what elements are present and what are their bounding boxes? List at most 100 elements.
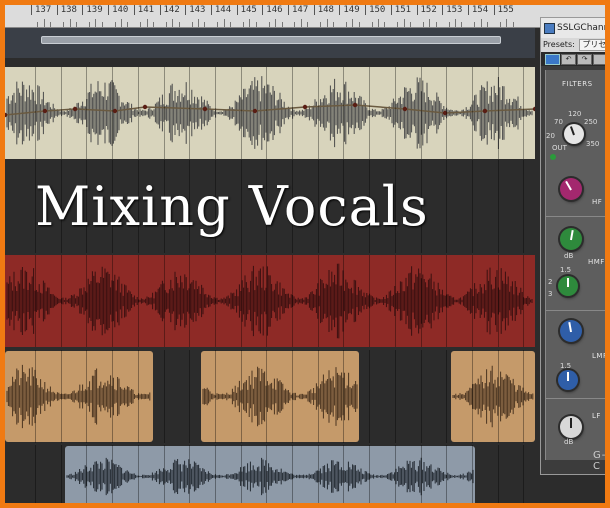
ruler-minor-tick	[120, 19, 122, 27]
grid-line	[471, 350, 473, 443]
ruler-tick-label: 138	[56, 5, 77, 15]
hmf-db-label: dB	[564, 252, 574, 260]
ruler-minor-tick	[249, 19, 251, 27]
grid-line	[112, 350, 114, 443]
ruler-minor-tick	[37, 22, 39, 27]
automation-node[interactable]	[532, 106, 535, 112]
ruler-minor-tick	[191, 22, 193, 27]
grid-line	[317, 350, 319, 443]
timeline-ruler[interactable]: 137 138 139 140 141 142 143 144 145 146 147 148 149 1…	[5, 5, 605, 28]
filter-knob[interactable]	[564, 124, 584, 144]
horizontal-scrollbar[interactable]	[41, 36, 501, 44]
ruler-minor-tick	[500, 22, 502, 27]
ruler-tick-label: 140	[108, 5, 128, 15]
waves-logo-icon[interactable]	[545, 54, 560, 65]
ruler-minor-tick	[146, 19, 148, 27]
ruler-tick-label: 152	[416, 5, 437, 15]
plugin-window[interactable]: SSLGChannel M Presets: プリセットなし ↶ ↷ FILTE…	[540, 17, 610, 475]
automation-node[interactable]	[302, 104, 308, 110]
ruler-tick-label: 146	[262, 5, 283, 15]
grid-line	[240, 67, 242, 159]
grid-line	[60, 445, 62, 503]
grid-line	[471, 160, 473, 253]
automation-node[interactable]	[142, 104, 148, 110]
audio-clip[interactable]	[5, 351, 153, 442]
ruler-tick-label: 147	[288, 5, 308, 15]
grid-line	[266, 350, 268, 443]
ruler-minor-tick	[371, 22, 373, 27]
filter-label-350: 350	[586, 140, 600, 148]
lmf-gain-knob[interactable]	[560, 320, 582, 342]
ruler-minor-tick	[75, 22, 77, 27]
track-lane-vocal-3[interactable]	[5, 350, 535, 443]
hmf-section-label: HMF	[588, 258, 605, 266]
ruler-tick-label: 137	[31, 5, 51, 15]
hmf-q-label-2: 2	[548, 278, 553, 286]
lf-gain-knob[interactable]	[560, 416, 582, 438]
grid-line	[292, 350, 293, 443]
hmf-gain-knob[interactable]	[560, 228, 582, 250]
grid-line	[523, 67, 525, 159]
grid-line	[446, 445, 448, 503]
automation-node[interactable]	[72, 106, 78, 112]
ruler-minor-tick	[461, 22, 463, 27]
grid-line	[523, 350, 525, 443]
track-lane-vocal-2[interactable]	[5, 255, 535, 347]
automation-node[interactable]	[482, 108, 488, 114]
automation-node[interactable]	[112, 108, 118, 114]
ruler-minor-tick	[178, 22, 180, 27]
grid-line	[189, 67, 191, 159]
screenshot-frame: 137 138 139 140 141 142 143 144 145 146 147 148 149 1…	[0, 0, 610, 508]
grid-line	[317, 67, 319, 159]
hf-gain-knob[interactable]	[560, 178, 582, 200]
grid-line	[317, 255, 319, 347]
waveform-vocal-4	[65, 446, 475, 503]
ruler-tick-label: 141	[133, 5, 154, 15]
undo-button[interactable]: ↶	[561, 54, 576, 65]
grid-line	[137, 255, 139, 347]
grid-line	[189, 255, 191, 347]
grid-line	[214, 67, 216, 159]
grid-line	[471, 67, 473, 159]
track-lane-vocal-4[interactable]	[5, 445, 535, 503]
grid-line	[523, 160, 525, 253]
automation-node[interactable]	[402, 106, 408, 112]
ruler-minor-tick	[403, 19, 405, 27]
redo-button[interactable]: ↷	[577, 54, 592, 65]
grid-line	[343, 67, 345, 159]
ruler-minor-tick	[435, 22, 437, 27]
automation-node[interactable]	[42, 108, 48, 114]
ruler-tick-label: 143	[185, 5, 205, 15]
ruler-minor-tick	[512, 22, 514, 27]
track-lane-vocal-1[interactable]	[5, 67, 535, 159]
lmf-q-label-top: 1.5	[560, 362, 572, 370]
grid-line	[214, 255, 216, 347]
ruler-minor-tick	[88, 22, 90, 27]
preset-dropdown[interactable]: プリセットなし	[579, 39, 605, 51]
hmf-q-knob[interactable]	[558, 276, 578, 296]
ruler-minor-tick	[50, 22, 52, 27]
grid-line	[523, 445, 525, 503]
plugin-side-scroll[interactable]	[605, 78, 610, 108]
ruler-minor-tick	[377, 19, 379, 27]
gc-label: G-C	[593, 450, 607, 472]
plugin-titlebar[interactable]: SSLGChannel M	[541, 18, 605, 38]
lmf-q-knob[interactable]	[558, 370, 578, 390]
plugin-app-icon	[544, 23, 555, 34]
automation-node[interactable]	[202, 106, 208, 112]
grid-line	[266, 445, 268, 503]
grid-line	[446, 67, 448, 159]
grid-line	[369, 255, 371, 347]
ruler-minor-tick	[326, 19, 328, 27]
grid-line	[446, 350, 448, 443]
ruler-minor-tick	[114, 22, 116, 27]
grid-line	[240, 350, 242, 443]
grid-line	[35, 445, 36, 503]
ab-button[interactable]	[593, 54, 605, 65]
automation-node[interactable]	[252, 108, 258, 114]
automation-node[interactable]	[352, 102, 358, 108]
grid-line	[394, 67, 396, 159]
ruler-minor-tick	[487, 22, 489, 27]
lf-db-label: dB	[564, 438, 574, 446]
grid-line	[497, 67, 499, 159]
